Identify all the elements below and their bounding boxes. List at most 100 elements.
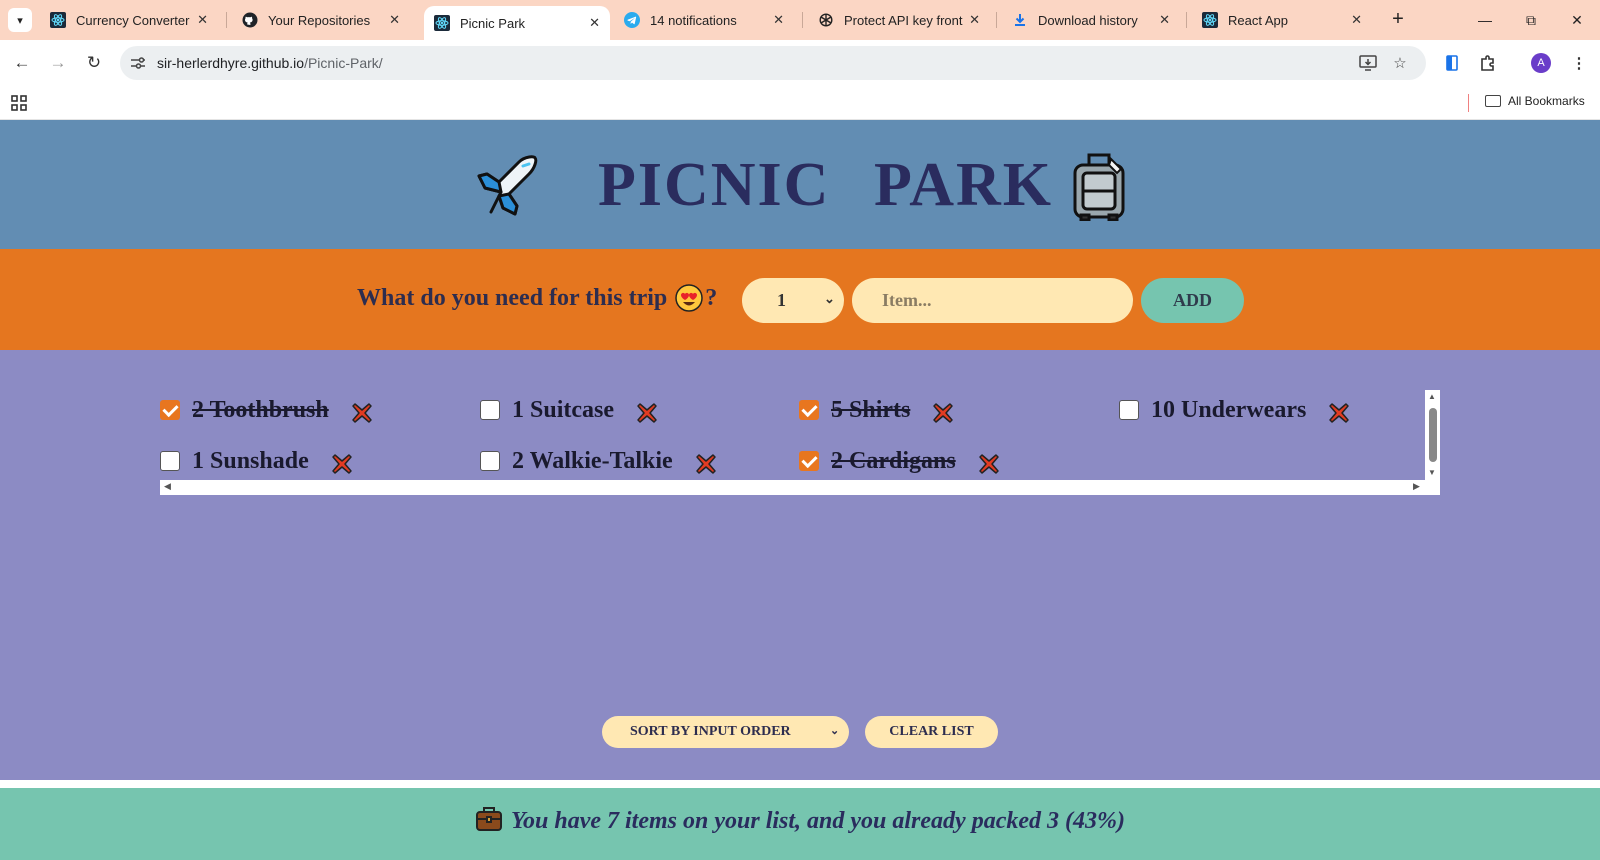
delete-icon[interactable] [636, 402, 658, 424]
quantity-select[interactable]: 1 ⌄ [742, 278, 844, 323]
scroll-right-icon[interactable]: ▶ [1413, 481, 1420, 492]
bookmark-star-icon[interactable]: ☆ [1390, 53, 1410, 73]
delete-icon[interactable] [932, 402, 954, 424]
add-button[interactable]: ADD [1141, 278, 1244, 323]
close-tab-icon[interactable]: ✕ [589, 15, 600, 31]
bookmarks-divider [1468, 94, 1469, 112]
tab-picnic-park[interactable]: Picnic Park ✕ [424, 6, 610, 40]
delete-icon[interactable] [978, 453, 1000, 475]
packed-checkbox[interactable] [799, 400, 819, 420]
close-tab-icon[interactable]: ✕ [773, 12, 784, 28]
browser-toolbar: ← → ↻ sir-herlerdhyre.github.io/Picnic-P… [0, 40, 1600, 86]
packed-checkbox[interactable] [480, 400, 500, 420]
list-item: 2 Toothbrush [160, 390, 373, 430]
tab-title: React App [1228, 12, 1288, 28]
app-title: PICNIC PARK [598, 151, 1053, 219]
all-bookmarks-label: All Bookmarks [1508, 94, 1585, 108]
vertical-scrollbar[interactable]: ▲ ▼ [1425, 390, 1440, 480]
delete-icon[interactable] [331, 453, 353, 475]
packing-list: 2 Toothbrush 1 Suitcase 5 Shirts 10 Unde… [160, 390, 1440, 495]
item-label: 2 Walkie-Talkie [512, 447, 673, 474]
new-tab-button[interactable]: + [1386, 8, 1410, 32]
close-window-button[interactable]: ✕ [1554, 0, 1600, 40]
packed-checkbox[interactable] [480, 451, 500, 471]
close-tab-icon[interactable]: ✕ [389, 12, 400, 28]
scroll-up-icon[interactable]: ▲ [1428, 392, 1436, 401]
luggage-icon [1073, 153, 1125, 221]
site-settings-icon[interactable] [128, 53, 148, 73]
packed-checkbox[interactable] [160, 451, 180, 471]
item-label: 2 Cardigans [831, 447, 956, 474]
browser-menu-icon[interactable]: ⋮ [1567, 51, 1591, 75]
briefcase-icon [476, 807, 503, 831]
packed-checkbox[interactable] [799, 451, 819, 471]
extensions-icon[interactable] [1476, 51, 1500, 75]
packing-stats: You have 7 items on your list, and you a… [0, 806, 1600, 835]
tab-search-button[interactable]: ▾ [8, 8, 32, 32]
packing-list-area: 2 Toothbrush 1 Suitcase 5 Shirts 10 Unde… [0, 350, 1600, 780]
bookmarks-bar: All Bookmarks [0, 86, 1600, 120]
item-label: 2 Toothbrush [192, 396, 329, 423]
tab-notifications[interactable]: 14 notifications ✕ [614, 0, 794, 40]
items-grid: 2 Toothbrush 1 Suitcase 5 Shirts 10 Unde… [160, 390, 1425, 480]
tab-react-app[interactable]: React App ✕ [1192, 0, 1372, 40]
trip-question: What do you need for this trip ? [357, 284, 717, 312]
url-host: sir-herlerdhyre.github.io [157, 55, 305, 71]
list-item: 2 Walkie-Talkie [480, 441, 717, 481]
item-label: 10 Underwears [1151, 396, 1307, 423]
close-tab-icon[interactable]: ✕ [969, 12, 980, 28]
tab-your-repositories[interactable]: Your Repositories ✕ [232, 0, 410, 40]
tab-download-history[interactable]: Download history ✕ [1002, 0, 1180, 40]
tab-title: Download history [1038, 12, 1138, 28]
scrollbar-thumb[interactable] [1429, 408, 1437, 462]
item-input[interactable] [852, 278, 1133, 323]
sort-value: SORT BY INPUT ORDER [630, 724, 791, 739]
packed-checkbox[interactable] [1119, 400, 1139, 420]
tab-currency-converter[interactable]: Currency Converter ✕ [40, 0, 218, 40]
question-mark: ? [705, 284, 718, 311]
all-bookmarks-button[interactable]: All Bookmarks [1485, 94, 1585, 108]
close-tab-icon[interactable]: ✕ [1351, 12, 1362, 28]
back-button[interactable]: ← [8, 49, 36, 77]
sort-select[interactable]: SORT BY INPUT ORDER ⌄ [602, 716, 849, 748]
tab-title: Protect API key fronter [844, 12, 964, 28]
reading-mode-icon[interactable] [1440, 51, 1464, 75]
reload-button[interactable]: ↻ [80, 49, 108, 77]
tab-title: Currency Converter [76, 12, 190, 28]
list-item: 1 Sunshade [160, 441, 353, 481]
profile-avatar[interactable]: A [1531, 53, 1551, 73]
clear-list-button[interactable]: CLEAR LIST [865, 716, 998, 748]
openai-icon [818, 12, 834, 28]
react-icon [50, 12, 66, 28]
stats-footer: You have 7 items on your list, and you a… [0, 788, 1600, 860]
react-icon [1202, 12, 1218, 28]
forward-button[interactable]: → [44, 49, 72, 77]
folder-icon [1485, 95, 1501, 107]
list-item: 1 Suitcase [480, 390, 658, 430]
restore-button[interactable]: ⧉ [1508, 0, 1554, 40]
tab-separator [996, 12, 997, 28]
packed-checkbox[interactable] [160, 400, 180, 420]
apps-grid-icon[interactable] [10, 94, 28, 112]
delete-icon[interactable] [1328, 402, 1350, 424]
tab-protect-api-key[interactable]: Protect API key fronter ✕ [808, 0, 990, 40]
address-bar[interactable]: sir-herlerdhyre.github.io/Picnic-Park/ ☆ [120, 46, 1426, 80]
download-icon [1012, 12, 1028, 28]
list-item: 10 Underwears [1119, 390, 1350, 430]
tab-title: 14 notifications [650, 12, 737, 28]
list-item: 5 Shirts [799, 390, 954, 430]
minimize-button[interactable]: — [1462, 0, 1508, 40]
scroll-left-icon[interactable]: ◀ [164, 481, 171, 492]
close-tab-icon[interactable]: ✕ [197, 12, 208, 28]
heart-eyes-emoji-icon [675, 284, 704, 312]
telegram-icon [624, 12, 640, 28]
horizontal-scrollbar[interactable]: ◀ ▶ [160, 480, 1440, 495]
delete-icon[interactable] [351, 402, 373, 424]
delete-icon[interactable] [695, 453, 717, 475]
chevron-down-icon: ⌄ [824, 291, 835, 306]
app-header: PICNIC PARK [0, 120, 1600, 249]
close-tab-icon[interactable]: ✕ [1159, 12, 1170, 28]
install-app-icon[interactable] [1358, 53, 1378, 73]
item-label: 1 Suitcase [512, 396, 614, 423]
scroll-down-icon[interactable]: ▼ [1428, 468, 1436, 477]
